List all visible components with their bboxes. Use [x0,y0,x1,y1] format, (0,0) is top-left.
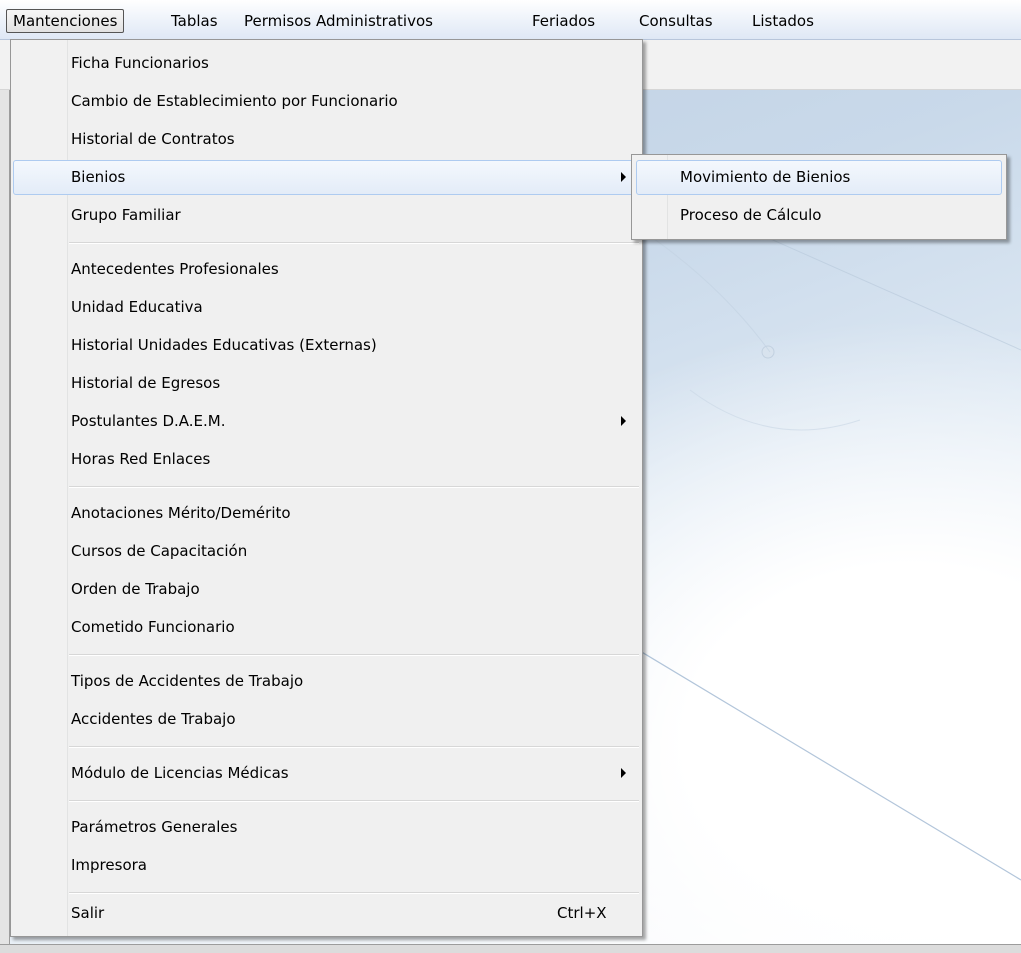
submenu-arrow-icon [621,768,626,778]
menu-item-label: Ficha Funcionarios [71,54,209,72]
menu-item-horas-red-enlaces[interactable]: Horas Red Enlaces [13,442,640,477]
menu-listados[interactable]: Listados [745,9,821,33]
menu-item-anotaciones-merito[interactable]: Anotaciones Mérito/Demérito [13,496,640,531]
menu-item-label: Módulo de Licencias Médicas [71,764,289,782]
menu-consultas[interactable]: Consultas [632,9,720,33]
menu-item-movimiento-bienios[interactable]: Movimiento de Bienios [636,160,1002,195]
menu-consultas-label: Consultas [639,12,713,30]
menu-item-orden-trabajo[interactable]: Orden de Trabajo [13,572,640,607]
menu-item-label: Bienios [71,168,126,186]
menu-separator [69,892,639,894]
menu-item-label: Horas Red Enlaces [71,450,211,468]
menu-item-label: Cometido Funcionario [71,618,235,636]
menu-item-label: Cursos de Capacitación [71,542,248,560]
menu-item-label: Impresora [71,856,147,874]
menu-feriados[interactable]: Feriados [525,9,602,33]
menu-permisos-administrativos-label: Permisos Administrativos [244,12,433,30]
menu-separator [69,486,639,488]
menu-tablas-label: Tablas [171,12,218,30]
menu-item-label: Historial de Egresos [71,374,221,392]
menu-separator [69,746,639,748]
menu-item-label: Historial Unidades Educativas (Externas) [71,336,377,354]
menu-item-historial-contratos[interactable]: Historial de Contratos [13,122,640,157]
submenu-arrow-icon [621,172,626,182]
menu-item-label: Orden de Trabajo [71,580,200,598]
menu-item-cometido-funcionario[interactable]: Cometido Funcionario [13,610,640,645]
bienios-submenu: Movimiento de Bienios Proceso de Cálculo [631,154,1007,240]
menu-item-label: Accidentes de Trabajo [71,710,236,728]
mantenciones-dropdown: Ficha Funcionarios Cambio de Establecimi… [10,39,643,937]
menu-item-parametros-generales[interactable]: Parámetros Generales [13,810,640,845]
menu-tablas[interactable]: Tablas [164,9,225,33]
menu-item-label: Salir [71,904,105,922]
menu-item-historial-egresos[interactable]: Historial de Egresos [13,366,640,401]
menu-item-label: Postulantes D.A.E.M. [71,412,226,430]
menu-item-grupo-familiar[interactable]: Grupo Familiar [13,198,640,233]
menu-item-label: Anotaciones Mérito/Demérito [71,504,291,522]
menu-item-bienios[interactable]: Bienios [13,160,640,195]
menu-item-antecedentes-profesionales[interactable]: Antecedentes Profesionales [13,252,640,287]
bottom-strip [0,944,1021,953]
menu-item-historial-unidades-educativas[interactable]: Historial Unidades Educativas (Externas) [13,328,640,363]
menu-item-salir[interactable]: Salir Ctrl+X [13,896,640,931]
menu-item-ficha-funcionarios[interactable]: Ficha Funcionarios [13,46,640,81]
menu-item-postulantes-daem[interactable]: Postulantes D.A.E.M. [13,404,640,439]
menu-separator [69,242,639,244]
menu-item-cambio-establecimiento[interactable]: Cambio de Establecimiento por Funcionari… [13,84,640,119]
menu-mantenciones-label: Mantenciones [13,12,118,30]
menu-separator [69,654,639,656]
menu-item-unidad-educativa[interactable]: Unidad Educativa [13,290,640,325]
menu-feriados-label: Feriados [532,12,596,30]
shortcut-label: Ctrl+X [557,904,607,922]
menu-item-label: Parámetros Generales [71,818,238,836]
menu-item-label: Cambio de Establecimiento por Funcionari… [71,92,398,110]
menu-item-label: Historial de Contratos [71,130,235,148]
menu-item-label: Proceso de Cálculo [680,206,822,224]
menu-item-label: Antecedentes Profesionales [71,260,279,278]
menu-item-accidentes-trabajo[interactable]: Accidentes de Trabajo [13,702,640,737]
submenu-arrow-icon [621,416,626,426]
mdi-left-border [0,90,10,953]
menu-listados-label: Listados [752,12,814,30]
menu-separator [69,800,639,802]
menu-item-tipos-accidentes[interactable]: Tipos de Accidentes de Trabajo [13,664,640,699]
menu-item-label: Movimiento de Bienios [680,168,851,186]
menu-item-cursos-capacitacion[interactable]: Cursos de Capacitación [13,534,640,569]
menu-item-label: Tipos de Accidentes de Trabajo [71,672,304,690]
menubar: Mantenciones Tablas Permisos Administrat… [0,0,1021,40]
menu-item-label: Unidad Educativa [71,298,203,316]
menu-item-impresora[interactable]: Impresora [13,848,640,883]
menu-mantenciones[interactable]: Mantenciones [6,9,125,33]
menu-item-licencias-medicas[interactable]: Módulo de Licencias Médicas [13,756,640,791]
menu-permisos-administrativos[interactable]: Permisos Administrativos [237,9,440,33]
menu-item-label: Grupo Familiar [71,206,181,224]
menu-item-proceso-calculo[interactable]: Proceso de Cálculo [636,198,1002,233]
